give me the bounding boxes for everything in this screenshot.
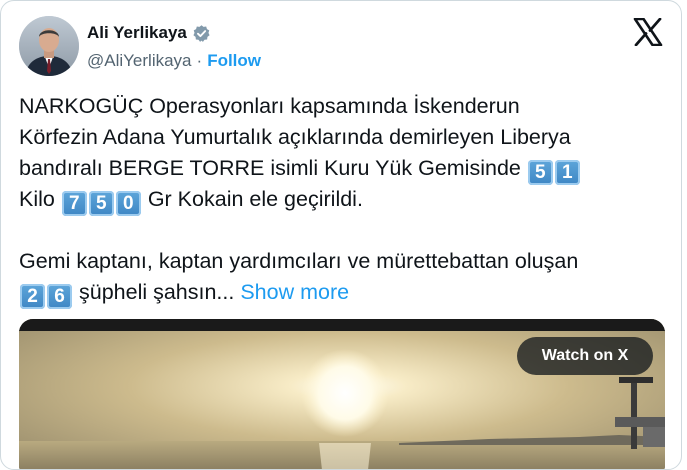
- watch-on-x-button[interactable]: Watch on X: [517, 337, 653, 375]
- x-logo-icon[interactable]: [633, 17, 663, 47]
- tweet-text: NARKOGÜÇ Operasyonları kapsamında İskend…: [19, 91, 669, 309]
- keycap-digit-icon: 5: [527, 160, 553, 185]
- keycap-digit-icon: 7: [61, 191, 87, 216]
- display-name[interactable]: Ali Yerlikaya: [87, 23, 187, 43]
- author-handle[interactable]: @AliYerlikaya: [87, 51, 192, 71]
- keycap-digit-icon: 5: [88, 191, 114, 216]
- keycap-digit-icon: 2: [20, 284, 45, 309]
- keycap-digit-icon: 0: [115, 191, 141, 216]
- paragraph-break: [19, 215, 669, 246]
- follow-button[interactable]: Follow: [207, 51, 261, 71]
- show-more-link[interactable]: Show more: [240, 280, 349, 304]
- tweet-line: Kilo 750 Gr Kokain ele geçirildi.: [19, 184, 669, 216]
- tweet-line: 26 şüpheli şahsın... Show more: [19, 277, 669, 309]
- tweet-line: bandıralı BERGE TORRE isimli Kuru Yük Ge…: [19, 153, 669, 185]
- tweet-line: Körfezin Adana Yumurtalık açıklarında de…: [19, 125, 571, 149]
- tweet-line: NARKOGÜÇ Operasyonları kapsamında İskend…: [19, 94, 520, 118]
- tweet-line: Gemi kaptanı, kaptan yardımcıları ve mür…: [19, 249, 579, 273]
- tweet-line-text: bandıralı BERGE TORRE isimli Kuru Yük Ge…: [19, 156, 521, 180]
- keycap-digit-icon: 6: [47, 284, 72, 309]
- tweet-line-text: şüpheli şahsın...: [78, 280, 235, 304]
- keycap-digit-icon: 1: [554, 160, 580, 185]
- tweet-line-text: Kilo: [19, 187, 55, 211]
- tweet-line-text: Gr Kokain ele geçirildi.: [147, 187, 363, 211]
- tweet-card[interactable]: Ali Yerlikaya @AliYerlikaya · Follow NAR…: [0, 0, 682, 470]
- verified-badge-icon: [192, 24, 211, 43]
- separator-dot: ·: [196, 51, 203, 70]
- avatar[interactable]: [19, 16, 79, 76]
